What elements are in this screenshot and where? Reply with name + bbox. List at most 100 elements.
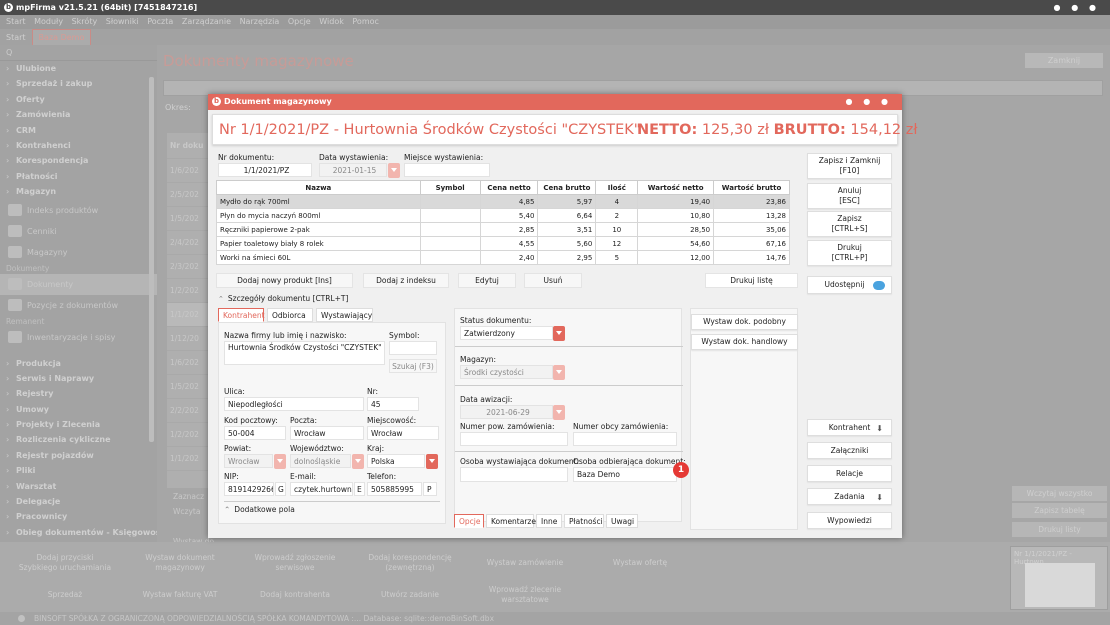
table-row[interactable]: 1/5/202 bbox=[167, 207, 212, 231]
tab-wystawiajacy[interactable]: Wystawiający bbox=[316, 308, 373, 322]
sidebar-item-warsztat[interactable]: Warsztat bbox=[0, 479, 157, 495]
sidebar-item-umowy[interactable]: Umowy bbox=[0, 402, 157, 418]
advice-date-dropdown-icon[interactable] bbox=[553, 405, 565, 420]
table-row[interactable]: Worki na śmieci 60L 2,40 2,95 5 12,00 14… bbox=[216, 250, 790, 265]
issuer-person-field[interactable] bbox=[460, 467, 568, 482]
phone-field[interactable]: 505885995 bbox=[367, 482, 422, 496]
table-row[interactable]: 1/2/202 bbox=[167, 423, 212, 447]
tab-komentarze[interactable]: Komentarze bbox=[486, 514, 536, 528]
column-header[interactable]: Cena netto bbox=[479, 180, 539, 195]
nip-field[interactable]: 8191429266 bbox=[224, 482, 274, 496]
issue-date-field[interactable]: 2021-01-15 bbox=[319, 163, 387, 177]
sidebar-item-projekty[interactable]: Projekty i Zlecenia bbox=[0, 417, 157, 433]
cancel-button[interactable]: Anuluj [ESC] bbox=[807, 183, 892, 209]
window-menu-icon[interactable]: ● ● ● bbox=[1053, 0, 1100, 15]
sidebar-item-rozliczenia[interactable]: Rozliczenia cykliczne bbox=[0, 432, 157, 448]
house-number-field[interactable]: 45 bbox=[367, 397, 419, 411]
quick-issue-warehouse-doc-button[interactable]: Wystaw dokument magazynowy bbox=[123, 548, 237, 578]
sidebar-item-cenniki[interactable]: Cenniki bbox=[0, 221, 157, 242]
sidebar-item-pracownicy[interactable]: Pracownicy bbox=[0, 509, 157, 525]
tab-opcje[interactable]: Opcje bbox=[454, 514, 484, 528]
menu-skroty[interactable]: Skróty bbox=[72, 17, 98, 26]
table-row[interactable]: 1/1/202 bbox=[167, 303, 212, 327]
menu-moduly[interactable]: Moduły bbox=[34, 17, 63, 26]
tab-kontrahent[interactable]: Kontrahent bbox=[218, 308, 265, 322]
save-button[interactable]: Zapisz [CTRL+S] bbox=[807, 211, 892, 237]
sidebar-item-obieg[interactable]: Obieg dokumentów - Księgowość bbox=[0, 525, 157, 541]
table-row[interactable]: Ręczniki papierowe 2-pak 2,85 3,51 10 28… bbox=[216, 222, 790, 237]
attachments-button[interactable]: Załączniki bbox=[807, 442, 892, 459]
sidebar-item-indeks-produktow[interactable]: Indeks produktów bbox=[0, 200, 157, 221]
column-header[interactable]: Ilość bbox=[595, 180, 639, 195]
status-dropdown-icon[interactable] bbox=[553, 326, 565, 341]
details-toggle[interactable]: ⌃ Szczegóły dokumentu [CTRL+T] bbox=[218, 294, 348, 303]
city-field[interactable]: Wrocław bbox=[367, 426, 439, 440]
sidebar-item-pliki[interactable]: Pliki bbox=[0, 463, 157, 479]
save-and-close-button[interactable]: Zapisz i Zamknij [F10] bbox=[807, 153, 892, 179]
sidebar-item-rejestry[interactable]: Rejestry bbox=[0, 386, 157, 402]
postal-code-field[interactable]: 50-004 bbox=[224, 426, 286, 440]
sidebar-item-rejestr-pojazdow[interactable]: Rejestr pojazdów bbox=[0, 448, 157, 464]
column-header[interactable]: Wartość brutto bbox=[713, 180, 790, 195]
menu-narzedzia[interactable]: Narzędzia bbox=[240, 17, 280, 26]
menu-start[interactable]: Start bbox=[6, 17, 26, 26]
edit-button[interactable]: Edytuj bbox=[458, 273, 516, 288]
menu-widok[interactable]: Widok bbox=[319, 17, 344, 26]
issue-commercial-doc-button[interactable]: Wystaw dok. handlowy bbox=[691, 334, 798, 350]
sidebar-item-kontrahenci[interactable]: Kontrahenci bbox=[0, 138, 157, 154]
country-dropdown-icon[interactable] bbox=[426, 454, 438, 469]
external-order-field[interactable] bbox=[573, 432, 677, 446]
sidebar-search-input[interactable]: Q bbox=[0, 45, 157, 61]
add-from-index-button[interactable]: Dodaj z indeksu bbox=[363, 273, 449, 288]
relations-button[interactable]: Relacje bbox=[807, 465, 892, 482]
phone-call-button[interactable]: P bbox=[423, 482, 437, 496]
column-header[interactable]: Wartość netto bbox=[637, 180, 715, 195]
sidebar-scrollbar[interactable] bbox=[149, 77, 154, 442]
quick-issue-offer-button[interactable]: Wystaw ofertę bbox=[583, 548, 697, 578]
print-lists-button[interactable]: Drukuj listy bbox=[1012, 522, 1107, 537]
table-row[interactable]: 2/5/202 bbox=[167, 183, 212, 207]
advice-date-field[interactable]: 2021-06-29 bbox=[460, 405, 553, 419]
warehouse-field[interactable]: Środki czystości bbox=[460, 365, 553, 379]
contractor-button[interactable]: Kontrahent ⬇ bbox=[807, 419, 892, 436]
sidebar-item-korespondencja[interactable]: Korespondencja bbox=[0, 153, 157, 169]
delete-button[interactable]: Usuń bbox=[524, 273, 582, 288]
statements-button[interactable]: Wypowiedzi bbox=[807, 512, 892, 529]
voivodeship-field[interactable]: dolnośląskie bbox=[290, 454, 351, 468]
table-row[interactable]: Papier toaletowy biały 8 rolek 4,55 5,60… bbox=[216, 236, 790, 251]
county-field[interactable]: Wrocław bbox=[224, 454, 273, 468]
street-field[interactable]: Niepodległości bbox=[224, 397, 364, 411]
tasks-button[interactable]: Zadania ⬇ bbox=[807, 488, 892, 505]
symbol-field[interactable] bbox=[389, 341, 437, 355]
menu-zarzadzanie[interactable]: Zarządzanie bbox=[182, 17, 231, 26]
place-field[interactable] bbox=[404, 163, 490, 177]
tab-odbiorca[interactable]: Odbiorca bbox=[267, 308, 313, 322]
issue-similar-doc-button[interactable]: Wystaw dok. podobny bbox=[691, 314, 798, 330]
share-button[interactable]: Udostępnij bbox=[807, 276, 892, 294]
sidebar-item-serwis[interactable]: Serwis i Naprawy bbox=[0, 371, 157, 387]
quick-add-correspondence-button[interactable]: Dodaj korespondencję (zewnętrzną) bbox=[353, 548, 467, 578]
add-product-button[interactable]: Dodaj nowy produkt [Ins] bbox=[216, 273, 353, 288]
quick-create-task-button[interactable]: Utwórz zadanie bbox=[353, 580, 467, 610]
menu-pomoc[interactable]: Pomoc bbox=[352, 17, 379, 26]
column-header[interactable]: Symbol bbox=[419, 180, 481, 195]
quick-issue-invoice-button[interactable]: Wystaw fakturę VAT bbox=[123, 580, 237, 610]
tab-uwagi[interactable]: Uwagi bbox=[606, 514, 638, 528]
column-header[interactable]: Cena brutto bbox=[537, 180, 597, 195]
receiver-person-field[interactable]: Baza Demo bbox=[573, 467, 677, 482]
tab-baza-demo[interactable]: Baza Demo bbox=[31, 29, 92, 45]
table-row[interactable]: 1/6/202 bbox=[167, 159, 212, 183]
table-row[interactable]: 1/12/20 bbox=[167, 327, 212, 351]
sidebar-item-zamowienia[interactable]: Zamówienia bbox=[0, 107, 157, 123]
dialog-titlebar[interactable]: b Dokument magazynowy ● ● ● bbox=[208, 94, 902, 110]
email-send-button[interactable]: E bbox=[354, 482, 365, 496]
voivodeship-dropdown-icon[interactable] bbox=[352, 454, 364, 469]
sidebar-item-magazyny[interactable]: Magazyny bbox=[0, 242, 157, 263]
extra-fields-toggle[interactable]: ⌃ Dodatkowe pola bbox=[224, 505, 295, 514]
quick-issue-order-button[interactable]: Wystaw zamówienie bbox=[468, 548, 582, 578]
table-row[interactable]: Płyn do mycia naczyń 800ml 5,40 6,64 2 1… bbox=[216, 208, 790, 223]
print-button[interactable]: Drukuj [CTRL+P] bbox=[807, 240, 892, 266]
company-name-field[interactable]: Hurtownia Środków Czystości "CZYSTEK" bbox=[224, 341, 385, 365]
sidebar-item-ulubione[interactable]: Ulubione bbox=[0, 61, 157, 77]
country-field[interactable]: Polska bbox=[367, 454, 425, 468]
